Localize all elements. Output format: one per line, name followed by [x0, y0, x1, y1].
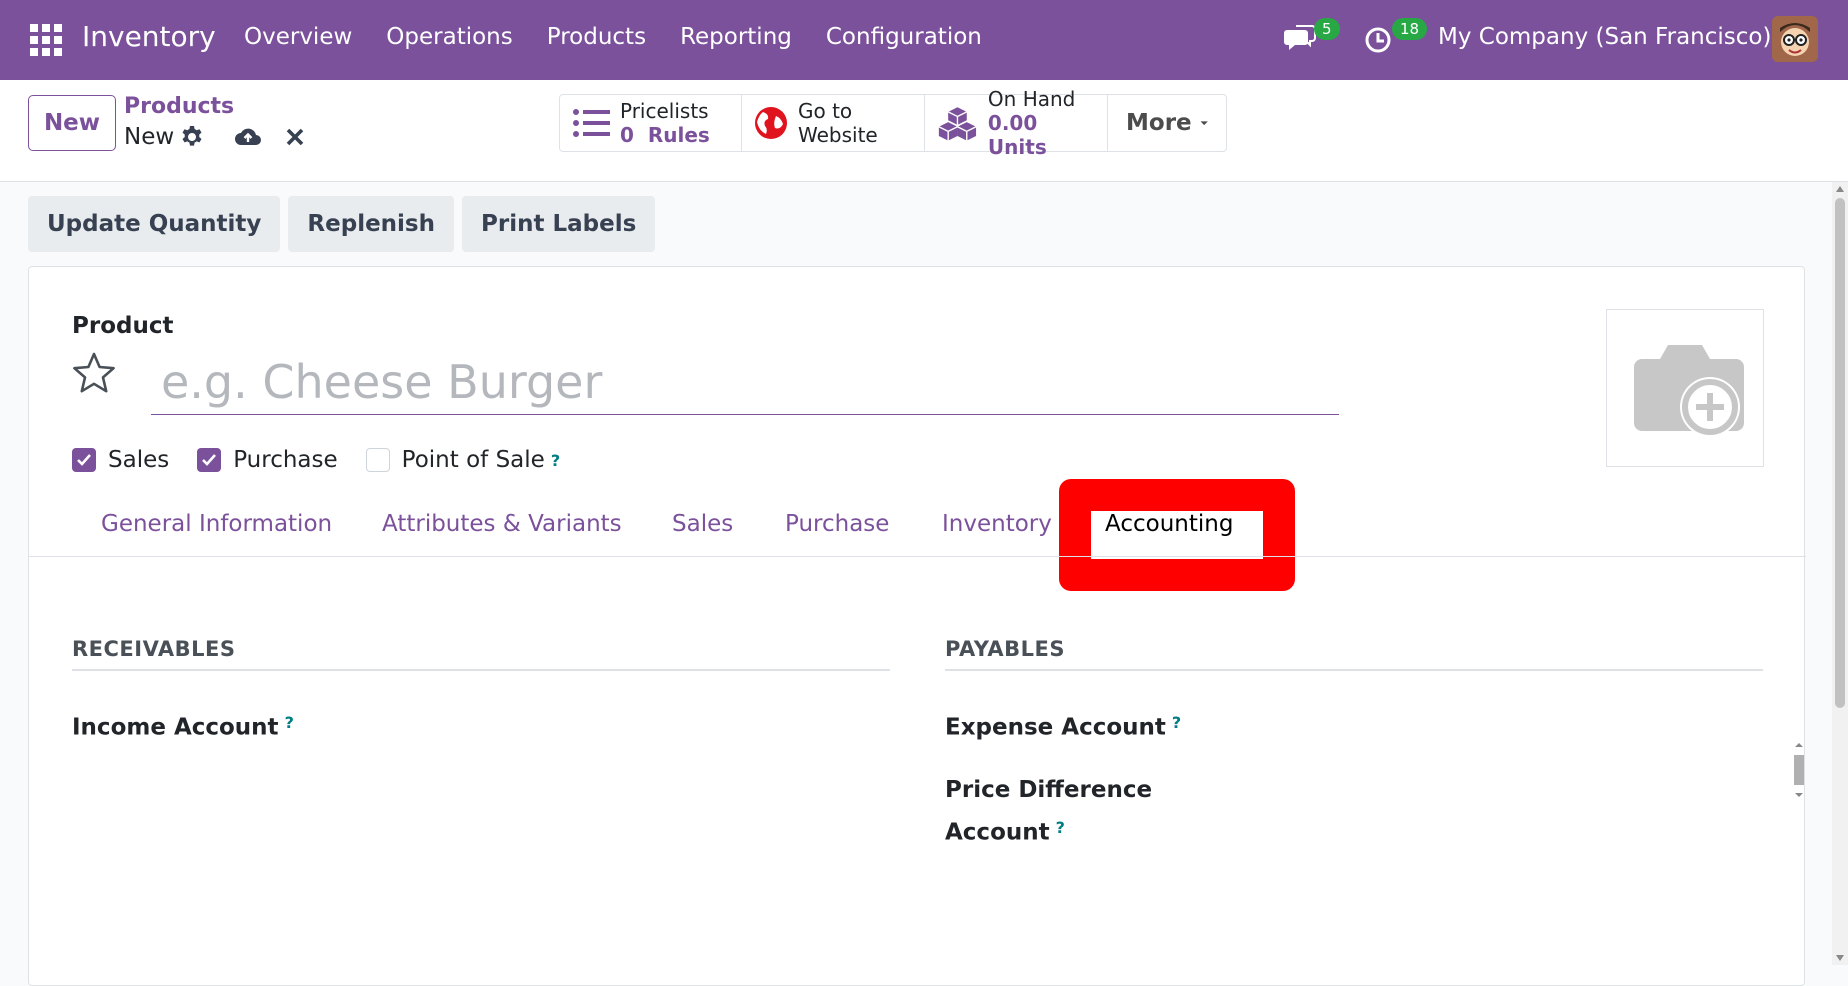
chat-icon	[1284, 25, 1316, 50]
cubes-icon	[938, 107, 977, 141]
breadcrumb-products[interactable]: Products	[124, 94, 234, 119]
gear-icon[interactable]	[180, 124, 204, 154]
update-quantity-button[interactable]: Update Quantity	[28, 196, 281, 252]
tab-inventory[interactable]: Inventory	[942, 511, 1052, 537]
menu-products[interactable]: Products	[547, 24, 646, 50]
list-icon	[573, 109, 610, 137]
more-button[interactable]: More	[1108, 95, 1226, 151]
user-avatar[interactable]	[1772, 16, 1818, 62]
save-cloud-icon[interactable]	[234, 124, 262, 154]
check-icon	[77, 454, 91, 466]
help-tooltip-icon[interactable]: ?	[1056, 818, 1065, 837]
app-brand[interactable]: Inventory	[82, 20, 216, 53]
control-panel: New Products New Pricelists 0 Rules Go t…	[0, 80, 1848, 182]
go-to-website-button[interactable]: Go to Website	[742, 95, 925, 151]
messages-count-badge: 5	[1314, 18, 1340, 40]
notebook-tabs: General Information Attributes & Variant…	[29, 497, 1806, 797]
top-navbar: Inventory Overview Operations Products R…	[0, 0, 1848, 80]
star-icon[interactable]	[71, 351, 117, 401]
website-label-1: Go to	[798, 99, 853, 123]
product-image-upload[interactable]	[1606, 309, 1764, 467]
camera-plus-icon	[1634, 345, 1744, 437]
product-name-input[interactable]	[151, 349, 1339, 415]
scroll-down-icon[interactable]	[1836, 955, 1844, 961]
activities-button[interactable]: 18	[1362, 18, 1428, 60]
caret-down-icon	[1200, 121, 1208, 126]
pricelists-button[interactable]: Pricelists 0 Rules	[560, 95, 742, 151]
purchase-checkbox-label: Purchase	[233, 447, 338, 473]
on-hand-value: 0.00 Units	[987, 111, 1047, 159]
print-labels-button[interactable]: Print Labels	[462, 196, 656, 252]
product-options: Sales Purchase Point of Sale ?	[72, 447, 588, 473]
on-hand-button[interactable]: On Hand 0.00 Units	[925, 87, 1108, 159]
menu-operations[interactable]: Operations	[386, 24, 512, 50]
scroll-up-icon[interactable]	[1836, 186, 1844, 192]
on-hand-label: On Hand	[987, 87, 1076, 111]
product-label: Product	[72, 313, 174, 339]
sales-checkbox-label: Sales	[108, 447, 170, 473]
sales-checkbox-item[interactable]: Sales	[72, 447, 169, 473]
tab-attributes-variants[interactable]: Attributes & Variants	[382, 511, 622, 537]
purchase-checkbox[interactable]	[197, 448, 222, 472]
pos-checkbox-label: Point of Sale	[401, 447, 545, 473]
page-scrollbar[interactable]	[1832, 182, 1848, 965]
main-menu: Overview Operations Products Reporting C…	[244, 24, 1016, 50]
company-switcher[interactable]: My Company (San Francisco)	[1438, 24, 1771, 50]
pos-checkbox[interactable]	[365, 448, 390, 472]
discard-icon[interactable]	[284, 124, 306, 154]
replenish-button[interactable]: Replenish	[288, 196, 454, 252]
clock-icon	[1365, 27, 1391, 53]
menu-configuration[interactable]: Configuration	[826, 24, 982, 50]
pricelists-value: 0 Rules	[620, 123, 710, 147]
status-bar-buttons: Update Quantity Replenish Print Labels	[28, 196, 656, 252]
tab-purchase[interactable]: Purchase	[785, 511, 889, 537]
messaging-button[interactable]: 5	[1284, 18, 1340, 60]
payables-title: PAYABLES	[945, 637, 1763, 671]
income-account-label: Income Account	[72, 714, 279, 741]
price-difference-label-2: Account	[945, 819, 1050, 846]
tab-general-information[interactable]: General Information	[101, 511, 332, 537]
tabs-scrollbar[interactable]	[1792, 741, 1806, 799]
purchase-checkbox-item[interactable]: Purchase	[197, 447, 338, 473]
breadcrumb-current: New	[124, 124, 175, 150]
globe-icon	[755, 107, 787, 139]
tab-accounting[interactable]: Accounting	[1105, 511, 1233, 537]
pricelists-label: Pricelists	[620, 99, 709, 123]
expense-account-label: Expense Account	[945, 714, 1166, 741]
new-button[interactable]: New	[28, 95, 116, 151]
form-sheet: Product Sales Purchase Point o	[28, 266, 1806, 986]
menu-overview[interactable]: Overview	[244, 24, 352, 50]
help-tooltip-icon[interactable]: ?	[551, 451, 560, 470]
more-label: More	[1126, 110, 1192, 136]
website-label-2: Website	[798, 123, 878, 147]
sales-checkbox[interactable]	[72, 448, 96, 472]
tab-sales[interactable]: Sales	[672, 511, 733, 537]
activities-count-badge: 18	[1392, 18, 1428, 40]
receivables-section: RECEIVABLES Income Account?	[72, 637, 890, 740]
payables-section: PAYABLES Expense Account? Price Differen…	[945, 637, 1763, 853]
apps-menu-icon[interactable]	[30, 24, 62, 56]
menu-reporting[interactable]: Reporting	[680, 24, 792, 50]
smart-buttons: Pricelists 0 Rules Go to Website On Hand…	[559, 87, 1227, 159]
receivables-title: RECEIVABLES	[72, 637, 890, 671]
check-icon	[202, 454, 217, 466]
price-difference-label-1: Price Difference	[945, 777, 1153, 804]
pos-checkbox-item[interactable]: Point of Sale ?	[365, 447, 560, 473]
help-tooltip-icon[interactable]: ?	[285, 713, 294, 732]
scrollbar-thumb[interactable]	[1835, 198, 1845, 708]
help-tooltip-icon[interactable]: ?	[1172, 713, 1181, 732]
